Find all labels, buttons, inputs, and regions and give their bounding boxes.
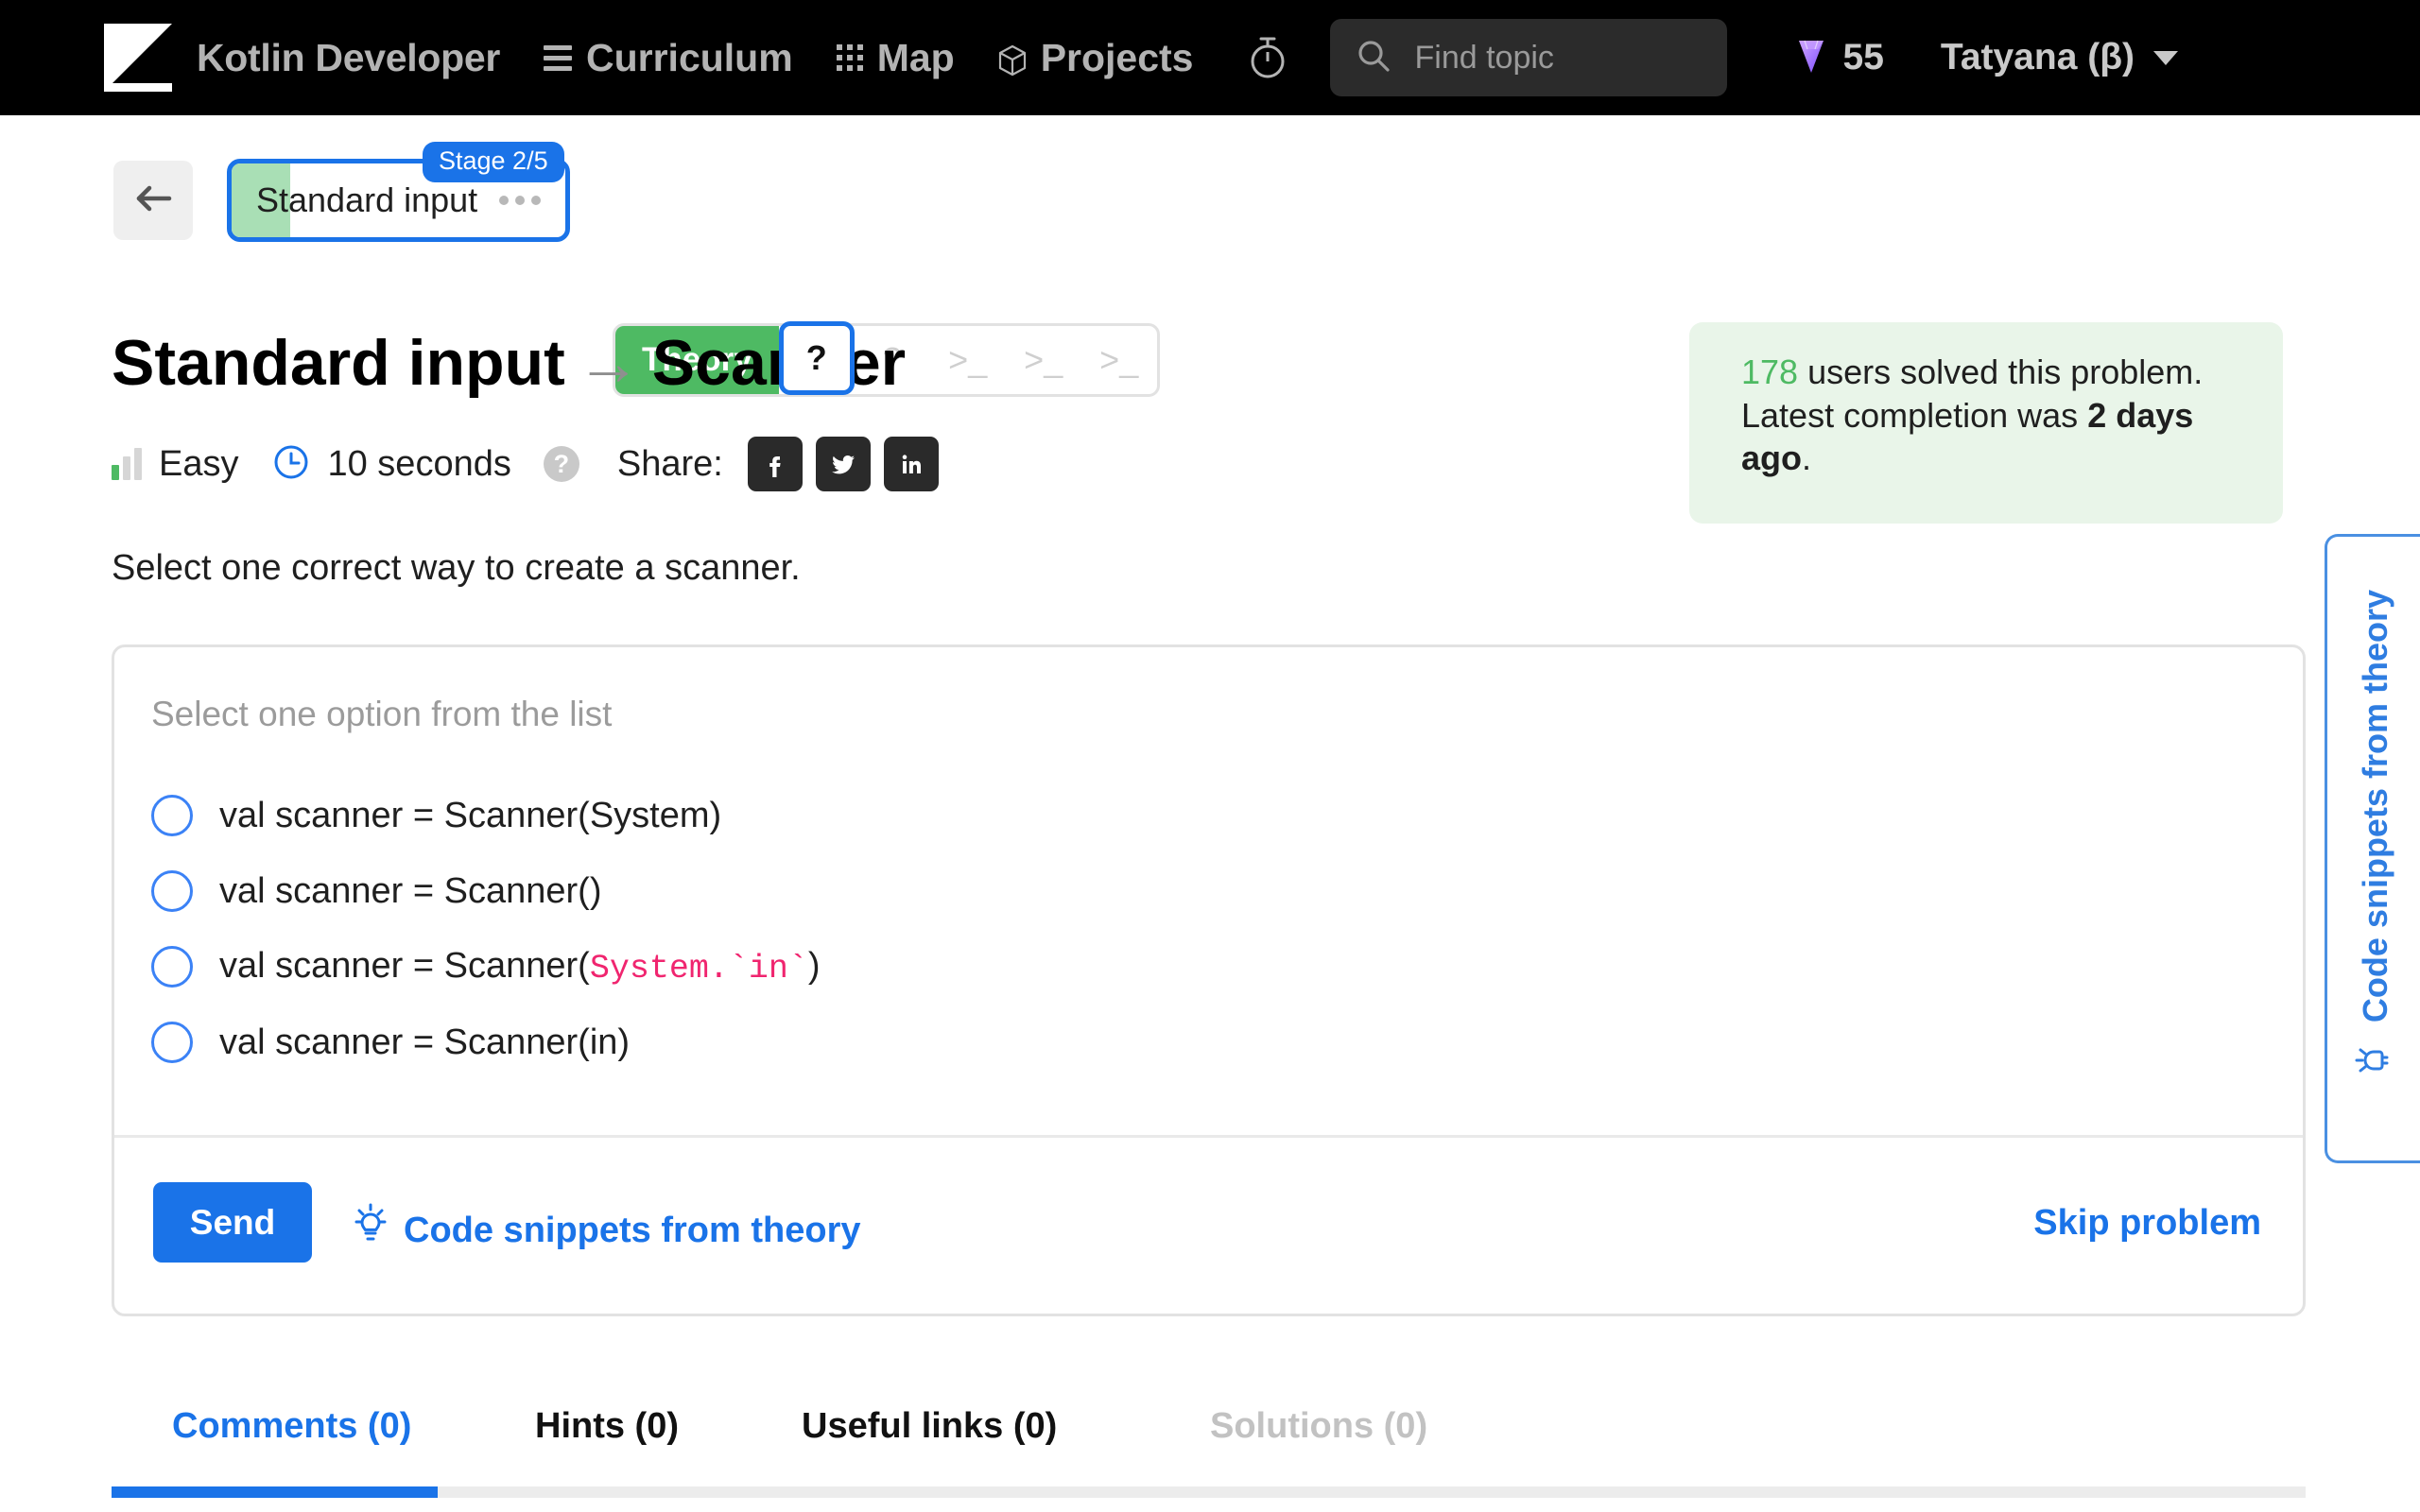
code-snippets-side-panel[interactable]: Code snippets from theory xyxy=(2325,534,2420,1163)
option-label: val scanner = Scanner(System.`in`) xyxy=(219,946,821,988)
question-circle-icon[interactable]: ? xyxy=(543,446,579,482)
option-text-pre: val scanner = Scanner( xyxy=(219,946,590,986)
step-quiz-active[interactable]: ? xyxy=(778,321,855,395)
solved-text-end: . xyxy=(1802,438,1812,478)
top-navigation-bar: Kotlin Developer Curriculum Map Projects xyxy=(0,0,2420,115)
radio-button[interactable] xyxy=(151,795,193,836)
facebook-icon[interactable] xyxy=(747,437,803,491)
chevron-down-icon xyxy=(2153,50,2179,65)
nav-item-projects[interactable]: Projects xyxy=(998,36,1194,80)
option-row[interactable]: val scanner = Scanner(System.`in`) xyxy=(151,929,2042,1005)
solved-count: 178 xyxy=(1741,352,1799,391)
nav-label-curriculum: Curriculum xyxy=(585,35,793,79)
tab-solutions[interactable]: Solutions (0) xyxy=(1210,1406,1427,1447)
arrow-left-icon xyxy=(133,182,173,219)
problem-meta-row: Easy 10 seconds ? Share: xyxy=(112,437,939,491)
back-button[interactable] xyxy=(113,161,193,240)
difficulty-label: Easy xyxy=(159,443,239,484)
hyperskill-logo-icon[interactable] xyxy=(104,24,172,92)
option-row[interactable]: val scanner = Scanner(System) xyxy=(151,778,2042,853)
code-snippets-link-label: Code snippets from theory xyxy=(404,1210,861,1250)
search-icon xyxy=(1357,39,1391,77)
code-snippets-link[interactable]: Code snippets from theory xyxy=(351,1203,861,1258)
user-menu[interactable]: Tatyana (β) xyxy=(1940,37,2179,78)
option-row[interactable]: val scanner = Scanner(in) xyxy=(151,1005,2042,1080)
stopwatch-icon[interactable] xyxy=(1247,35,1288,80)
quiz-instruction: Select one option from the list xyxy=(151,695,613,733)
search-input[interactable]: Find topic xyxy=(1329,19,1727,96)
tab-useful-links[interactable]: Useful links (0) xyxy=(802,1406,1057,1447)
clock-icon xyxy=(272,443,310,486)
grid-icon xyxy=(836,44,863,71)
title-arrow-icon: → xyxy=(576,327,641,399)
nav-item-map[interactable]: Map xyxy=(836,35,955,80)
tab-underline-track xyxy=(112,1486,2306,1498)
brand-title: Kotlin Developer xyxy=(197,35,500,79)
option-label: val scanner = Scanner(in) xyxy=(219,1022,631,1062)
gem-counter[interactable]: 55 xyxy=(1795,37,1884,79)
tab-comments[interactable]: Comments (0) xyxy=(172,1406,411,1447)
stage-badge: Stage 2/5 xyxy=(423,142,564,182)
bottom-tab-bar: Comments (0) Hints (0) Useful links (0) … xyxy=(0,1406,2420,1512)
linkedin-icon[interactable] xyxy=(883,437,939,491)
solved-stats-box: 178 users solved this problem. Latest co… xyxy=(1689,322,2283,524)
option-text-post: ) xyxy=(807,946,821,986)
tab-hints[interactable]: Hints (0) xyxy=(535,1406,679,1447)
tab-active-underline xyxy=(112,1486,438,1498)
option-label: val scanner = Scanner() xyxy=(219,870,602,911)
gem-count-label: 55 xyxy=(1842,37,1884,77)
search-placeholder: Find topic xyxy=(1414,39,1554,76)
side-panel-label: Code snippets from theory xyxy=(2355,590,2394,1023)
question-statement: Select one correct way to create a scann… xyxy=(112,548,801,588)
duration-label: 10 seconds xyxy=(327,443,511,484)
lightbulb-icon xyxy=(351,1203,390,1258)
nav-label-map: Map xyxy=(876,35,955,79)
option-row[interactable]: val scanner = Scanner() xyxy=(151,853,2042,929)
lightbulb-icon xyxy=(2353,1044,2398,1091)
send-button[interactable]: Send xyxy=(153,1182,312,1263)
share-label: Share: xyxy=(616,443,723,484)
radio-button[interactable] xyxy=(151,870,193,912)
option-code-token: System.`in` xyxy=(589,950,808,988)
cube-icon xyxy=(998,42,1027,77)
nav-label-projects: Projects xyxy=(1040,35,1194,79)
quiz-card: Select one option from the list val scan… xyxy=(112,644,2306,1316)
signal-bars-icon xyxy=(112,448,142,480)
twitter-icon[interactable] xyxy=(815,437,871,491)
radio-button[interactable] xyxy=(151,946,193,988)
step-code-3[interactable]: >_ xyxy=(1081,326,1157,394)
options-list: val scanner = Scanner(System) val scanne… xyxy=(151,778,2042,1080)
user-name-label: Tatyana (β) xyxy=(1940,37,2135,77)
skip-problem-link[interactable]: Skip problem xyxy=(2033,1203,2261,1244)
topic-chip-label: Standard input xyxy=(256,180,478,219)
step-code-1[interactable]: >_ xyxy=(930,326,1006,394)
nav-item-curriculum[interactable]: Curriculum xyxy=(543,35,793,80)
step-code-2[interactable]: >_ xyxy=(1006,326,1081,394)
gem-icon xyxy=(1795,37,1827,79)
option-label: val scanner = Scanner(System) xyxy=(219,795,722,835)
page-title-topic: Standard input xyxy=(112,327,565,399)
radio-button[interactable] xyxy=(151,1022,193,1063)
stage-navigation-bar: Standard input Stage 2/5 Theory ? ? >_ >… xyxy=(0,142,2420,397)
hamburger-icon xyxy=(543,44,572,71)
share-buttons xyxy=(747,437,939,491)
card-divider xyxy=(114,1135,2303,1138)
ellipsis-icon[interactable] xyxy=(499,196,541,205)
